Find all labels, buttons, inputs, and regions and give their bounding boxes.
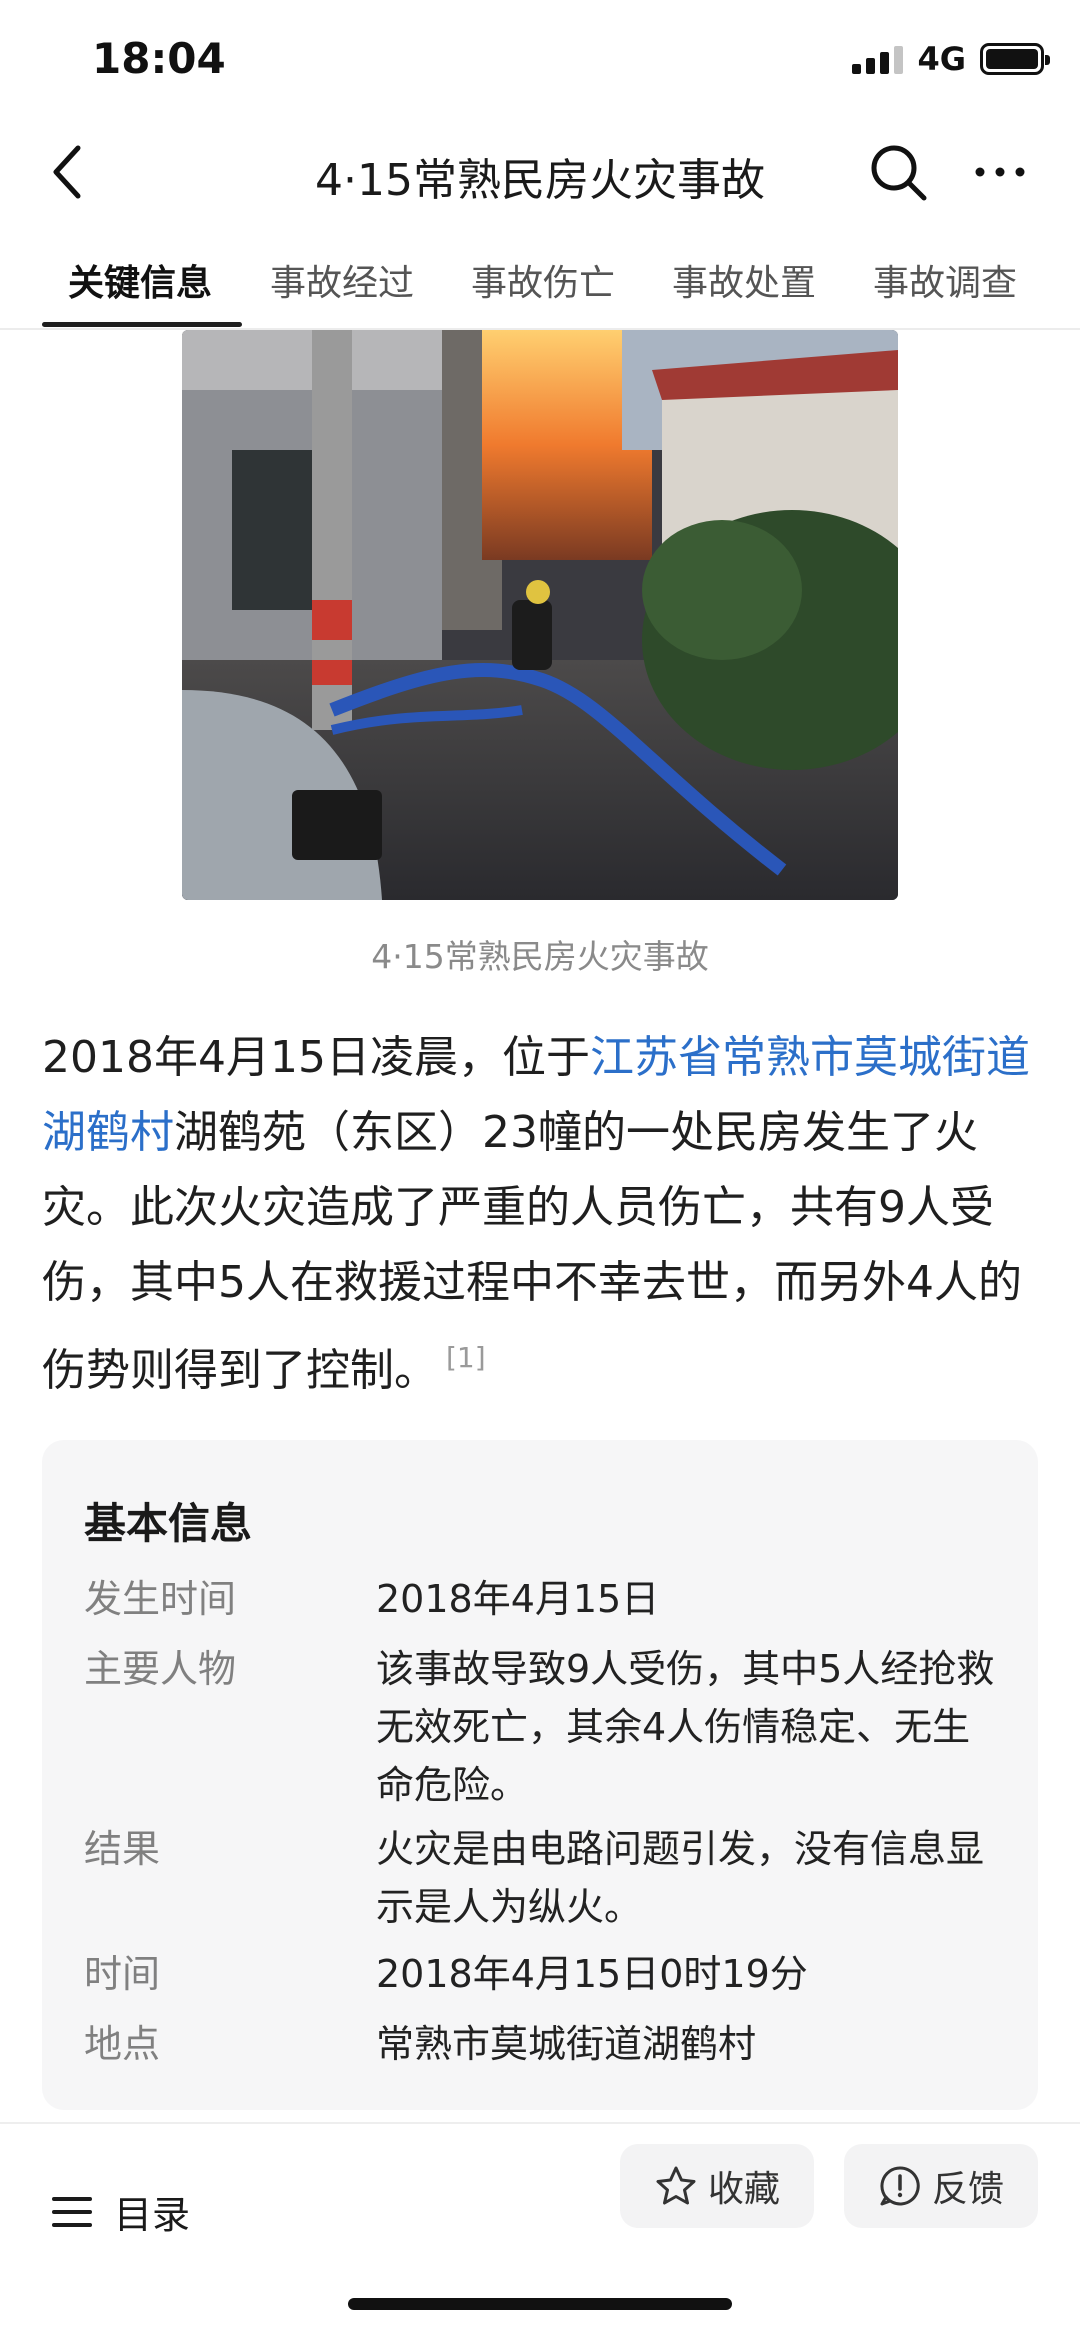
intro-text-1: 2018年4月15日凌晨，位于 — [42, 1032, 590, 1083]
intro-text-2: 湖鹤苑（东区）23幢的一处民房发生了火灾。此次火灾造成了严重的人员伤亡，共有9人… — [42, 1107, 1022, 1396]
toc-label: 目录 — [114, 2193, 191, 2237]
tab-investigation[interactable]: 事故调查 — [873, 254, 1017, 306]
home-indicator[interactable] — [348, 2298, 732, 2310]
fire-scene-photo[interactable] — [182, 330, 898, 900]
favorite-label: 收藏 — [707, 2169, 780, 2210]
signal-icon — [852, 44, 904, 74]
tab-active-indicator — [42, 322, 242, 327]
reference-marker[interactable]: [1] — [446, 1341, 486, 1374]
info-value: 该事故导致9人受伤，其中5人经抢救无效死亡，其余4人伤情稳定、无生命危险。 — [376, 1647, 995, 1807]
star-icon — [656, 2166, 696, 2205]
info-key: 结果 — [84, 1827, 161, 1871]
tab-key-info[interactable]: 关键信息 — [68, 254, 212, 306]
info-value: 2018年4月15日0时19分 — [376, 1952, 808, 1996]
intro-paragraph: 2018年4月15日凌晨，位于江苏省常熟市莫城街道湖鹤村湖鹤苑（东区）23幢的一… — [42, 1020, 1042, 1408]
status-indicators: 4G — [852, 40, 1050, 78]
battery-icon — [980, 43, 1050, 75]
info-key: 时间 — [84, 1952, 161, 1996]
info-key: 发生时间 — [84, 1577, 237, 1621]
page-title: 4·15常熟民房火灾事故 — [315, 155, 765, 206]
tab-bar: 关键信息 事故经过 事故伤亡 事故处置 事故调查 — [0, 250, 1080, 330]
menu-icon — [52, 2196, 92, 2227]
basic-info-title: 基本信息 — [84, 1499, 253, 1548]
tab-handling[interactable]: 事故处置 — [672, 254, 816, 306]
feedback-label: 反馈 — [931, 2169, 1004, 2210]
network-type: 4G — [917, 40, 966, 78]
info-value: 常熟市莫城街道湖鹤村 — [376, 2022, 757, 2066]
feedback-icon — [880, 2166, 920, 2206]
search-icon[interactable] — [866, 140, 932, 206]
tab-casualties[interactable]: 事故伤亡 — [471, 254, 615, 306]
more-icon[interactable] — [970, 150, 1030, 194]
favorite-button[interactable]: 收藏 — [620, 2144, 814, 2228]
info-key: 主要人物 — [84, 1647, 237, 1691]
basic-info-card: 基本信息 发生时间 2018年4月15日 主要人物 该事故导致9人受伤，其中5人… — [42, 1440, 1038, 2110]
feedback-button[interactable]: 反馈 — [844, 2144, 1038, 2228]
info-value: 2018年4月15日 — [376, 1577, 660, 1621]
toc-button[interactable]: 目录 — [52, 2184, 190, 2239]
back-arrow-icon[interactable] — [46, 142, 96, 202]
tab-process[interactable]: 事故经过 — [270, 254, 414, 306]
image-caption: 4·15常熟民房火灾事故 — [371, 937, 709, 976]
info-value: 火灾是由电路问题引发，没有信息显示是人为纵火。 — [376, 1827, 985, 1929]
info-key: 地点 — [84, 2022, 161, 2066]
status-time: 18:04 — [92, 34, 226, 83]
